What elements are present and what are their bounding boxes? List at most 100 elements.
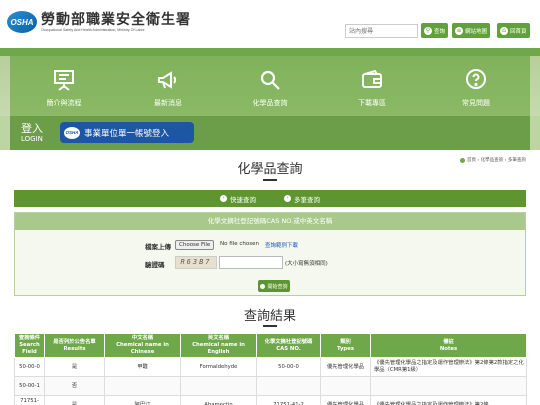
- tab-quick-label: 快速查詢: [230, 195, 256, 204]
- home-icon: ⌂: [500, 26, 508, 35]
- login-label-en: LOGIN: [21, 135, 43, 143]
- cell-result: 是: [44, 357, 105, 377]
- search-icon: ⚲: [424, 26, 432, 35]
- site-header: OSHA 勞動部職業安全衛生署 Occupational Safety And …: [0, 0, 540, 48]
- nav-label: 簡介與流程: [46, 99, 82, 107]
- megaphone-icon: [158, 71, 177, 89]
- captcha-label: 驗證碼: [145, 261, 165, 269]
- sitemap-icon: ≡: [455, 26, 463, 35]
- choose-file-button[interactable]: Choose File: [175, 240, 215, 250]
- nav-item-downloads[interactable]: 下載專區: [320, 56, 424, 116]
- search-button-label: 查詢: [434, 28, 446, 35]
- nav-item-faq[interactable]: 常見問題: [424, 56, 528, 116]
- column-header[interactable]: 英文名稱 Chemical name in English: [180, 333, 257, 358]
- column-header[interactable]: 查詢條件 Search Field: [14, 333, 45, 358]
- results-table: 查詢條件 Search Field 是否列於公告名單 Results 中文名稱 Che…: [14, 333, 527, 405]
- file-status: No file chosen: [220, 241, 259, 247]
- nav-item-chemical-query[interactable]: 化學品查詢: [218, 56, 322, 116]
- header-strip: [0, 48, 540, 56]
- table-row: 50-00-1 否: [14, 376, 527, 396]
- cell-name-en: Formaldehyde: [180, 357, 257, 377]
- sample-download-link[interactable]: 查詢範例下載: [265, 241, 298, 249]
- site-search-input[interactable]: [345, 24, 418, 38]
- cell-notes: 《優先管理化學品之指定及運作管理辦法》第2條第2款指定之化學品（CMR第1級）: [370, 357, 527, 377]
- nav-label: 常見問題: [462, 99, 490, 107]
- captcha-input[interactable]: [219, 256, 283, 269]
- osha-mini-icon: OSHA: [64, 126, 80, 139]
- breadcrumb: 首頁 › 化學品查詢 › 多筆查詢: [460, 157, 526, 163]
- tab-multi-query[interactable]: › 多筆查詢: [284, 194, 320, 204]
- breadcrumb-current: 多筆查詢: [507, 158, 526, 163]
- home-button-label: 回首頁: [510, 28, 527, 35]
- tab-quick-query[interactable]: › 快速查詢: [220, 194, 256, 204]
- cell-notes: 《優先管理化學品之指定及運作管理辦法》第2條: [370, 395, 527, 405]
- magnifier-icon: [260, 70, 280, 90]
- cell-type: 優先管理化學品: [320, 357, 371, 377]
- search-button[interactable]: ⚲ 查詢: [421, 23, 449, 38]
- cell-notes: [370, 376, 527, 396]
- captcha-image: R63B7: [175, 256, 217, 269]
- single-account-login-button[interactable]: OSHA 事業單位單一帳號登入: [60, 122, 194, 143]
- nav-label: 最新消息: [154, 99, 182, 107]
- sitemap-button-label: 網站地圖: [465, 28, 488, 35]
- cell-search-field: 50-00-0: [14, 357, 45, 377]
- cell-result: 是: [44, 395, 105, 405]
- question-bubble-icon: [466, 69, 486, 89]
- login-label: 登入: [21, 122, 43, 135]
- login-section: 登入 LOGIN OSHA 事業單位單一帳號登入: [10, 116, 530, 150]
- cell-name-zh: 甲醛: [104, 357, 181, 377]
- cell-result: 否: [44, 376, 105, 396]
- form-heading: 化學文摘社登記號碼CAS NO.或中英文名稱: [15, 213, 525, 230]
- file-upload-label: 檔案上傳: [145, 243, 171, 251]
- cell-cas: 50-00-0: [256, 357, 321, 377]
- chevron-right-icon: ›: [220, 195, 227, 202]
- breadcrumb-home[interactable]: 首頁: [467, 157, 476, 163]
- main-nav: 簡介與流程 最新消息 化學品查詢 下載專區 常見問題: [10, 56, 530, 116]
- column-header[interactable]: 是否列於公告名單 Results: [44, 333, 105, 358]
- presentation-board-icon: [54, 70, 74, 91]
- column-header[interactable]: 類別 Types: [320, 333, 371, 358]
- nav-item-intro[interactable]: 簡介與流程: [12, 56, 116, 116]
- table-row: 50-00-0 是 甲醛 Formaldehyde 50-00-0 優先管理化學…: [14, 357, 527, 377]
- cell-name-en: Abamectin: [180, 395, 257, 405]
- chevron-right-icon: ›: [284, 195, 291, 202]
- tab-multi-label: 多筆查詢: [294, 195, 320, 204]
- start-query-label: 開始查詢: [267, 283, 288, 290]
- column-header[interactable]: 中文名稱 Chemical name in Chinese: [104, 333, 181, 358]
- single-account-login-label: 事業單位單一帳號登入: [84, 128, 170, 139]
- wallet-icon: [362, 69, 382, 88]
- home-icon[interactable]: [460, 157, 465, 163]
- captcha-hint: (大小寫無須相同): [285, 261, 328, 267]
- table-header-row: 查詢條件 Search Field 是否列於公告名單 Results 中文名稱 Che…: [14, 333, 527, 358]
- cell-name-en: [180, 376, 257, 396]
- nav-label: 下載專區: [358, 99, 386, 107]
- logo-title: 勞動部職業安全衛生署: [41, 11, 191, 28]
- osha-logo-icon: OSHA: [7, 11, 37, 33]
- logo-text: 勞動部職業安全衛生署 Occupational Safety And Healt…: [41, 12, 191, 33]
- cell-type: 優先管理化學品: [320, 395, 371, 405]
- breadcrumb-chemical-query[interactable]: 化學品查詢: [481, 157, 504, 163]
- results-title: 查詢結果: [243, 309, 296, 324]
- sitemap-button[interactable]: ≡ 網站地圖: [452, 23, 491, 38]
- page-title: 化學品查詢: [237, 162, 303, 177]
- search-icon: [260, 283, 266, 289]
- query-tabs: › 快速查詢 › 多筆查詢: [14, 190, 526, 207]
- cell-name-zh: 阿巴汀: [104, 395, 181, 405]
- title-underline: [263, 179, 277, 181]
- cell-cas: 71751-41-2: [256, 395, 321, 405]
- nav-item-news[interactable]: 最新消息: [116, 56, 220, 116]
- cell-name-zh: [104, 376, 181, 396]
- cell-cas: [256, 376, 321, 396]
- cell-search-field: 50-00-1: [14, 376, 45, 396]
- nav-label: 化學品查詢: [252, 99, 288, 107]
- start-query-button[interactable]: 開始查詢: [258, 280, 290, 292]
- column-header[interactable]: 化學文摘社登記號碼 CAS NO.: [256, 333, 321, 358]
- cell-search-field: 71751-41-2: [14, 395, 45, 405]
- table-row: 71751-41-2 是 阿巴汀 Abamectin 71751-41-2 優先…: [14, 395, 527, 405]
- cell-type: [320, 376, 371, 396]
- column-header[interactable]: 備註 Notes: [370, 333, 527, 358]
- query-form: 化學文摘社登記號碼CAS NO.或中英文名稱 檔案上傳 Choose File …: [14, 212, 526, 296]
- home-button[interactable]: ⌂ 回首頁: [497, 23, 530, 38]
- site-logo[interactable]: OSHA 勞動部職業安全衛生署 Occupational Safety And …: [7, 11, 191, 33]
- logo-subtitle: Occupational Safety And Health Administr…: [41, 27, 145, 32]
